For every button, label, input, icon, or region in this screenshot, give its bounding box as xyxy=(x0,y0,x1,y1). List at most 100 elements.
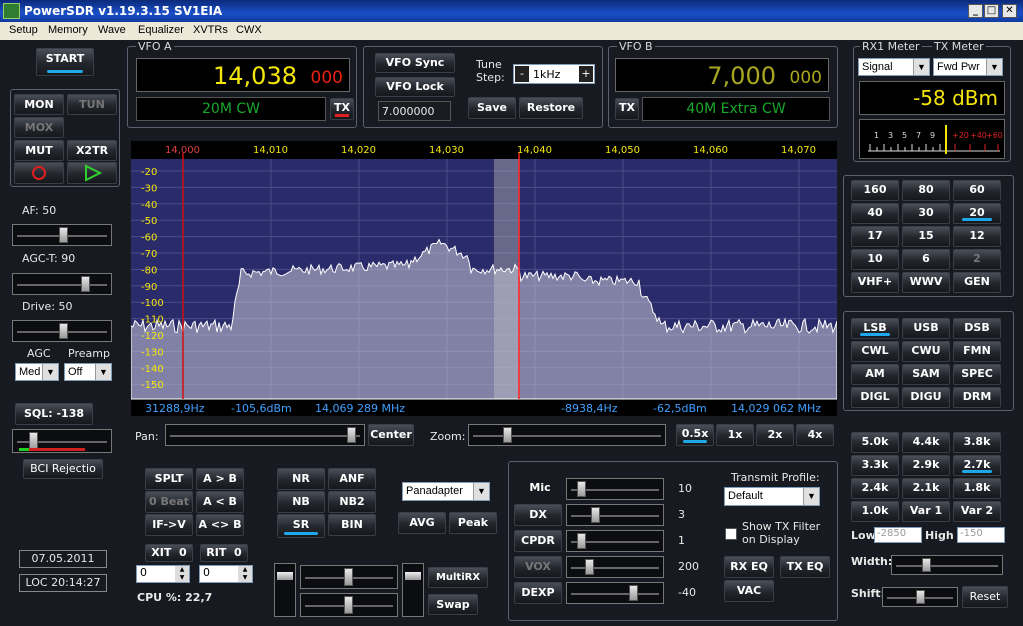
nb-button[interactable]: NB xyxy=(277,491,325,513)
menu-memory[interactable]: Memory xyxy=(48,24,88,36)
tx-vox-slider[interactable] xyxy=(566,556,664,578)
close-icon[interactable]: ✕ xyxy=(1002,4,1017,18)
minimize-icon[interactable]: _ xyxy=(968,4,983,18)
filter-button-2-7k[interactable]: 2.7k xyxy=(953,455,1001,476)
multirx-button[interactable]: MultiRX xyxy=(428,567,488,588)
sql-slider[interactable] xyxy=(12,429,112,453)
tx-dexp-slider[interactable] xyxy=(566,582,664,604)
vac-button[interactable]: VAC xyxy=(724,580,774,602)
band-button-17[interactable]: 17 xyxy=(851,226,899,247)
reset-button[interactable]: Reset xyxy=(962,586,1008,608)
mode-button-lsb[interactable]: LSB xyxy=(851,318,899,339)
shift-slider[interactable] xyxy=(882,587,958,607)
multirx-gain-slider[interactable] xyxy=(300,593,398,617)
mode-button-sam[interactable]: SAM xyxy=(902,364,950,385)
nr-button[interactable]: NR xyxy=(277,468,325,490)
agct-slider[interactable] xyxy=(12,273,112,295)
maximize-icon[interactable]: □ xyxy=(984,4,999,18)
band-button-10[interactable]: 10 xyxy=(851,249,899,270)
nb2-button[interactable]: NB2 xyxy=(328,491,376,513)
anf-button[interactable]: ANF xyxy=(328,468,376,490)
mode-button-drm[interactable]: DRM xyxy=(953,387,1001,408)
zero-beat-button[interactable]: 0 Beat xyxy=(145,491,193,513)
mode-button-usb[interactable]: USB xyxy=(902,318,950,339)
peak-button[interactable]: Peak xyxy=(449,512,497,534)
zoom-05x-button[interactable]: 0.5x xyxy=(676,424,714,446)
zoom-4x-button[interactable]: 4x xyxy=(796,424,834,446)
filter-button-1-8k[interactable]: 1.8k xyxy=(953,478,1001,499)
rit-input[interactable]: 0 ▲ ▼ xyxy=(199,565,253,583)
band-button-vhf-[interactable]: VHF+ xyxy=(851,272,899,293)
tx-dexp-button[interactable]: DEXP xyxy=(514,582,562,604)
vfo-sync-button[interactable]: VFO Sync xyxy=(375,53,455,73)
zoom-2x-button[interactable]: 2x xyxy=(756,424,794,446)
mon-button[interactable]: MON xyxy=(14,94,64,115)
menu-cwx[interactable]: CWX xyxy=(236,24,262,36)
band-button-80[interactable]: 80 xyxy=(902,180,950,201)
mode-button-dsb[interactable]: DSB xyxy=(953,318,1001,339)
filter-button-var-1[interactable]: Var 1 xyxy=(902,501,950,522)
zoom-1x-button[interactable]: 1x xyxy=(716,424,754,446)
preamp-select[interactable]: Off ▼ xyxy=(64,363,112,381)
record-button[interactable] xyxy=(14,162,64,184)
af-slider[interactable] xyxy=(12,224,112,246)
vfo-b-tx-button[interactable]: TX xyxy=(615,98,639,120)
filter-button-5-0k[interactable]: 5.0k xyxy=(851,432,899,453)
band-button-160[interactable]: 160 xyxy=(851,180,899,201)
width-slider[interactable] xyxy=(891,555,1003,575)
multirx-vslider-1[interactable] xyxy=(274,563,296,617)
band-button-gen[interactable]: GEN xyxy=(953,272,1001,293)
vfo-entry[interactable]: 7.000000 xyxy=(378,101,451,121)
vfo-lock-button[interactable]: VFO Lock xyxy=(375,77,455,97)
tx-mic-button[interactable]: Mic xyxy=(516,478,564,500)
low-input[interactable]: -2850 xyxy=(874,527,922,543)
restore-button[interactable]: Restore xyxy=(519,97,583,119)
band-button-6[interactable]: 6 xyxy=(902,249,950,270)
band-button-20[interactable]: 20 xyxy=(953,203,1001,224)
filter-button-var-2[interactable]: Var 2 xyxy=(953,501,1001,522)
drive-slider[interactable] xyxy=(12,320,112,342)
tx-vox-button[interactable]: VOX xyxy=(514,556,562,578)
agc-select[interactable]: Med ▼ xyxy=(15,363,59,381)
display-mode-select[interactable]: Panadapter ▼ xyxy=(402,482,490,501)
vfo-b-display[interactable]: 7,000 000 xyxy=(615,58,829,92)
pan-slider[interactable] xyxy=(165,424,365,446)
mode-button-cwu[interactable]: CWU xyxy=(902,341,950,362)
tx-profile-select[interactable]: Default ▼ xyxy=(724,487,820,506)
mode-button-fmn[interactable]: FMN xyxy=(953,341,1001,362)
sr-button[interactable]: SR xyxy=(277,514,325,538)
mode-button-digu[interactable]: DIGU xyxy=(902,387,950,408)
vfo-a-tx-button[interactable]: TX xyxy=(330,98,354,120)
tx-eq-button[interactable]: TX EQ xyxy=(780,556,830,578)
split-button[interactable]: SPLT xyxy=(145,468,193,490)
tune-step-control[interactable]: - 1kHz + xyxy=(513,64,595,84)
tx-mic-slider[interactable] xyxy=(566,478,664,500)
tx-meter-select[interactable]: Fwd Pwr ▼ xyxy=(933,58,1003,76)
start-button[interactable]: START xyxy=(36,48,94,76)
mox-button[interactable]: MOX xyxy=(14,117,64,138)
band-button-40[interactable]: 40 xyxy=(851,203,899,224)
band-button-30[interactable]: 30 xyxy=(902,203,950,224)
save-button[interactable]: Save xyxy=(468,97,516,119)
mode-button-am[interactable]: AM xyxy=(851,364,899,385)
tx-cpdr-button[interactable]: CPDR xyxy=(514,530,562,552)
tx-dx-button[interactable]: DX xyxy=(514,504,562,526)
high-input[interactable]: -150 xyxy=(957,527,1005,543)
avg-button[interactable]: AVG xyxy=(398,512,446,534)
xit-button[interactable]: XIT 0 xyxy=(145,544,193,562)
sql-button[interactable]: SQL: -138 xyxy=(15,403,93,425)
multirx-pan-slider[interactable] xyxy=(300,565,398,589)
mode-button-cwl[interactable]: CWL xyxy=(851,341,899,362)
filter-button-1-0k[interactable]: 1.0k xyxy=(851,501,899,522)
bin-button[interactable]: BIN xyxy=(328,514,376,536)
tune-step-plus[interactable]: + xyxy=(579,66,593,82)
band-button-15[interactable]: 15 xyxy=(902,226,950,247)
tun-button[interactable]: TUN xyxy=(67,94,117,115)
panadapter[interactable]: 14,000 14,010 14,020 14,030 14,040 14,050 14,0… xyxy=(130,141,838,416)
vfo-a-display[interactable]: 14,038 000 xyxy=(136,58,350,92)
multirx-vslider-2[interactable] xyxy=(402,563,424,617)
panadapter-graph[interactable]: 14,000 14,010 14,020 14,030 14,040 14,050 14,0… xyxy=(130,141,838,416)
mode-button-spec[interactable]: SPEC xyxy=(953,364,1001,385)
band-button-12[interactable]: 12 xyxy=(953,226,1001,247)
rx-meter-select[interactable]: Signal ▼ xyxy=(858,58,930,76)
